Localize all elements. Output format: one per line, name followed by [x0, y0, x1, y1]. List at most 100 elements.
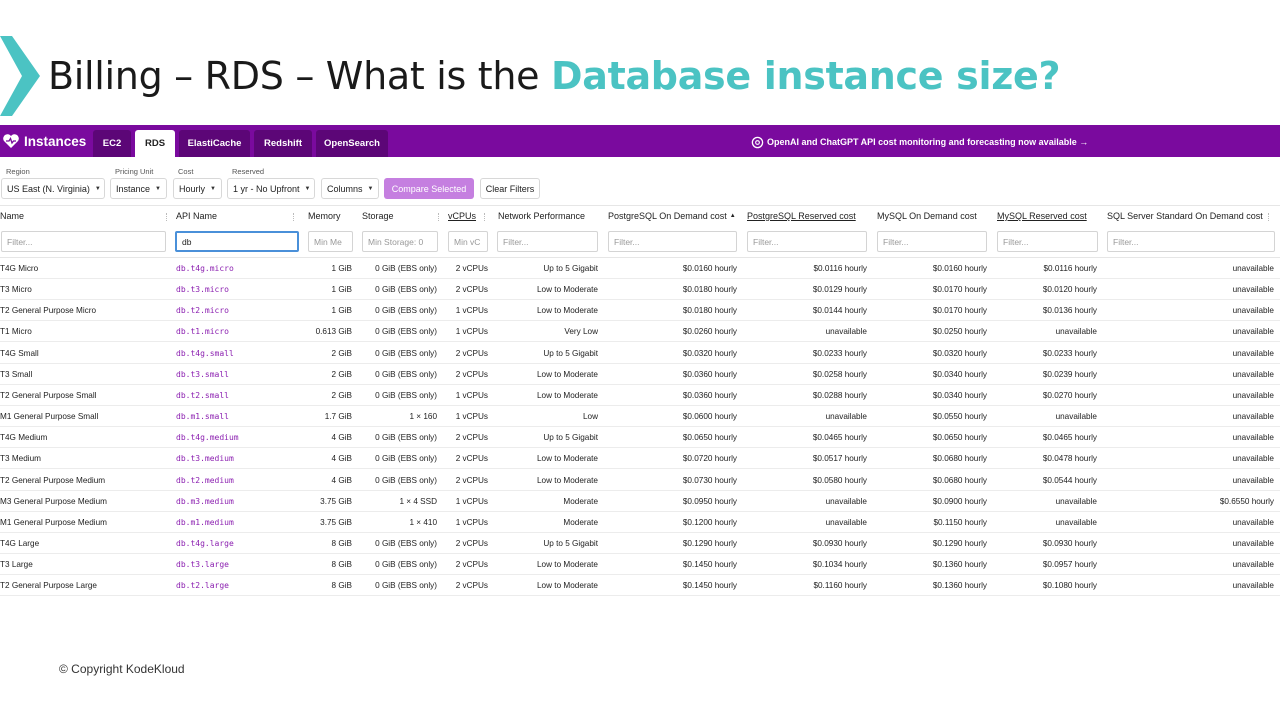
tab-redshift[interactable]: Redshift: [254, 130, 312, 157]
cell-sqlserver-ondemand: unavailable: [1232, 348, 1274, 358]
cell-api[interactable]: db.t4g.small: [176, 349, 234, 358]
cell-api[interactable]: db.t3.micro: [176, 285, 229, 294]
cell-api[interactable]: db.m1.medium: [176, 518, 234, 527]
table-row[interactable]: T3 Small db.t3.small 2 GiB 0 GiB (EBS only)…: [0, 364, 1280, 385]
announcement-link[interactable]: OpenAI and ChatGPT API cost monitoring a…: [751, 134, 1088, 150]
cell-vcpus: 2 vCPUs: [455, 454, 488, 464]
table-row[interactable]: T2 General Purpose Small db.t2.small 2 GiB…: [0, 385, 1280, 406]
table-row[interactable]: T1 Micro db.t1.micro 0.613 GiB 0 GiB (EBS o…: [0, 321, 1280, 343]
table-row[interactable]: M1 General Purpose Small db.m1.small 1.7 G…: [0, 406, 1280, 428]
cell-name: T2 General Purpose Micro: [0, 306, 97, 316]
cell-api[interactable]: db.m3.medium: [176, 497, 234, 506]
col-header-pg-ondemand[interactable]: PostgreSQL On Demand cost ▲: [608, 211, 736, 221]
cell-pg-reserved: $0.0233 hourly: [812, 348, 867, 358]
tab-elasticache[interactable]: ElastiCache: [179, 130, 250, 157]
cell-network: Low to Moderate: [537, 369, 598, 379]
table-row[interactable]: T3 Medium db.t3.medium 4 GiB 0 GiB (EBS onl…: [0, 448, 1280, 470]
filter-input-mysql-ondemand[interactable]: Filter...: [877, 231, 987, 252]
cell-api[interactable]: db.m1.small: [176, 412, 229, 421]
table-row[interactable]: M3 General Purpose Medium db.m3.medium 3.7…: [0, 491, 1280, 512]
col-header-name[interactable]: Name: [0, 211, 24, 221]
table-row[interactable]: T4G Large db.t4g.large 8 GiB 0 GiB (EBS onl…: [0, 533, 1280, 554]
pricing-unit-select[interactable]: Instance ▼: [110, 178, 167, 199]
filter-input-vcpus[interactable]: Min vC: [448, 231, 488, 252]
cell-api[interactable]: db.t1.micro: [176, 327, 229, 336]
cell-api[interactable]: db.t2.medium: [176, 476, 234, 485]
cell-name: T3 Micro: [0, 285, 32, 295]
cell-mysql-ondemand: $0.0160 hourly: [932, 264, 987, 273]
cell-api[interactable]: db.t3.large: [176, 560, 229, 569]
tab-label: Redshift: [264, 138, 302, 149]
cell-api[interactable]: db.t4g.large: [176, 539, 234, 548]
cell-api[interactable]: db.t3.small: [176, 370, 229, 379]
tab-ec2[interactable]: EC2: [93, 130, 131, 157]
tab-rds[interactable]: RDS: [135, 130, 175, 157]
table-row[interactable]: T2 General Purpose Medium db.t2.medium 4 G…: [0, 470, 1280, 491]
filter-input-pg-ondemand[interactable]: Filter...: [608, 231, 737, 252]
column-resize-handle[interactable]: [293, 213, 294, 221]
table-row[interactable]: M1 General Purpose Medium db.m1.medium 3.7…: [0, 512, 1280, 533]
cell-api[interactable]: db.t4g.micro: [176, 264, 234, 273]
filter-input-storage[interactable]: Min Storage: 0: [362, 231, 438, 252]
columns-select[interactable]: Columns ▼: [321, 178, 379, 199]
column-resize-handle[interactable]: [1268, 213, 1269, 221]
col-header-api-name[interactable]: API Name: [176, 211, 217, 221]
cell-mysql-ondemand: $0.0650 hourly: [932, 433, 987, 443]
reserved-select[interactable]: 1 yr - No Upfront ▼: [227, 178, 315, 199]
filter-input-pg-reserved[interactable]: Filter...: [747, 231, 867, 252]
app-navbar: Instances EC2 RDS ElastiCache Redshift O…: [0, 125, 1280, 157]
compare-selected-button[interactable]: Compare Selected: [384, 178, 474, 199]
col-header-pg-reserved[interactable]: PostgreSQL Reserved cost: [747, 211, 856, 221]
cell-pg-reserved: $0.0288 hourly: [812, 390, 867, 400]
cell-storage: 0 GiB (EBS only): [375, 327, 437, 337]
col-header-mysql-ondemand[interactable]: MySQL On Demand cost: [877, 211, 977, 221]
table-row[interactable]: T4G Medium db.t4g.medium 4 GiB 0 GiB (EBS o…: [0, 427, 1280, 449]
filter-input-name[interactable]: Filter...: [1, 231, 166, 252]
col-header-network[interactable]: Network Performance: [498, 211, 585, 221]
table-row[interactable]: T2 General Purpose Large db.t2.large 8 GiB…: [0, 575, 1280, 597]
cell-name: M3 General Purpose Medium: [0, 496, 107, 506]
table-row[interactable]: T4G Small db.t4g.small 2 GiB 0 GiB (EBS onl…: [0, 343, 1280, 364]
column-resize-handle[interactable]: [438, 213, 439, 221]
col-header-mysql-reserved[interactable]: MySQL Reserved cost: [997, 211, 1087, 221]
cell-api[interactable]: db.t3.medium: [176, 454, 234, 463]
cell-name: T2 General Purpose Large: [0, 581, 97, 591]
column-resize-handle[interactable]: [166, 213, 167, 221]
filter-input-memory[interactable]: Min Me: [308, 231, 353, 252]
cell-mysql-ondemand: $0.0680 hourly: [932, 475, 987, 485]
copyright-text: © Copyright KodeKloud: [59, 662, 185, 676]
table-row[interactable]: T3 Large db.t3.large 8 GiB 0 GiB (EBS only)…: [0, 554, 1280, 576]
cell-storage: 0 GiB (EBS only): [375, 348, 437, 358]
cell-pg-reserved: $0.0116 hourly: [813, 264, 867, 273]
filter-input-network[interactable]: Filter...: [497, 231, 598, 252]
col-header-sqlserver-ondemand[interactable]: SQL Server Standard On Demand cost: [1107, 211, 1263, 221]
table-row[interactable]: T4G Micro db.t4g.micro 1 GiB 0 GiB (EBS onl…: [0, 258, 1280, 279]
cost-label: Cost: [178, 167, 194, 176]
col-header-storage[interactable]: Storage: [362, 211, 394, 221]
table-row[interactable]: T3 Micro db.t3.micro 1 GiB 0 GiB (EBS only)…: [0, 279, 1280, 301]
tab-opensearch[interactable]: OpenSearch: [316, 130, 388, 157]
cell-mysql-reserved: $0.0544 hourly: [1042, 475, 1097, 485]
col-header-memory[interactable]: Memory: [308, 211, 341, 221]
region-select[interactable]: US East (N. Virginia) ▼: [1, 178, 105, 199]
brand-logo[interactable]: Instances: [2, 132, 86, 150]
filter-input-sqlserver-ondemand[interactable]: Filter...: [1107, 231, 1275, 252]
clear-filters-button[interactable]: Clear Filters: [480, 178, 540, 199]
column-resize-handle[interactable]: [484, 213, 485, 221]
cell-sqlserver-ondemand: unavailable: [1232, 285, 1274, 295]
cell-mysql-reserved: $0.0478 hourly: [1042, 454, 1097, 464]
cell-memory: 0.613 GiB: [315, 327, 352, 337]
cost-select[interactable]: Hourly ▼: [173, 178, 222, 199]
table-row[interactable]: T2 General Purpose Micro db.t2.micro 1 GiB…: [0, 300, 1280, 322]
filter-input-api-name[interactable]: db: [175, 231, 299, 252]
cell-pg-ondemand: $0.0950 hourly: [682, 496, 737, 506]
cell-pg-ondemand: $0.1450 hourly: [682, 581, 737, 591]
cell-pg-reserved: unavailable: [825, 327, 867, 337]
cell-api[interactable]: db.t2.micro: [176, 306, 229, 315]
col-header-vcpus[interactable]: vCPUs: [448, 211, 476, 221]
cell-api[interactable]: db.t2.large: [176, 581, 229, 590]
cell-api[interactable]: db.t4g.medium: [176, 433, 239, 442]
cell-api[interactable]: db.t2.small: [176, 391, 229, 400]
cell-mysql-ondemand: $0.0320 hourly: [932, 348, 987, 358]
filter-input-mysql-reserved[interactable]: Filter...: [997, 231, 1098, 252]
